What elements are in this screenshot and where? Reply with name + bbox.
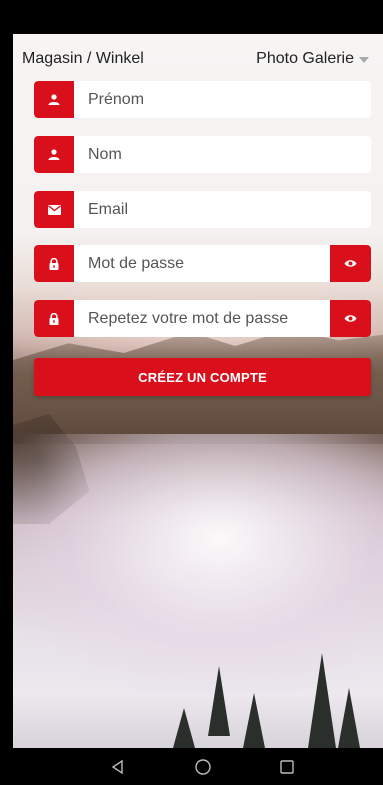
first-name-field [34, 81, 371, 118]
photo-gallery-dropdown[interactable]: Photo Galerie [256, 50, 369, 68]
recents-icon[interactable] [277, 757, 297, 777]
create-account-button[interactable]: CRÉEZ UN COMPTE [34, 358, 371, 396]
eye-icon[interactable] [330, 300, 371, 337]
top-bar: Magasin / Winkel Photo Galerie [13, 34, 383, 84]
first-name-input[interactable] [74, 81, 371, 118]
background-tree [208, 666, 230, 736]
lock-icon [34, 300, 74, 337]
chevron-down-icon [359, 57, 369, 63]
email-field [34, 191, 371, 228]
navigation-bar [0, 748, 383, 785]
password-repeat-input[interactable] [74, 300, 330, 337]
password-field [34, 245, 371, 282]
envelope-icon [34, 191, 74, 228]
status-bar [0, 0, 383, 34]
phone-screen: Magasin / Winkel Photo Galerie Prénom No… [0, 0, 383, 785]
back-icon[interactable] [108, 757, 128, 777]
user-icon [34, 136, 74, 173]
lock-icon [34, 245, 74, 282]
home-icon[interactable] [193, 757, 213, 777]
photo-gallery-label: Photo Galerie [256, 50, 354, 67]
background-tree [308, 653, 336, 748]
password-repeat-field [34, 300, 371, 337]
last-name-input[interactable] [74, 136, 371, 173]
user-icon [34, 81, 74, 118]
password-input[interactable] [74, 245, 330, 282]
background-tree [173, 708, 195, 748]
store-link[interactable]: Magasin / Winkel [22, 50, 144, 68]
app-content: Magasin / Winkel Photo Galerie Prénom No… [13, 34, 383, 748]
background-tree [243, 693, 265, 748]
background-tree [338, 688, 360, 748]
email-input[interactable] [74, 191, 371, 228]
last-name-field [34, 136, 371, 173]
eye-icon[interactable] [330, 245, 371, 282]
